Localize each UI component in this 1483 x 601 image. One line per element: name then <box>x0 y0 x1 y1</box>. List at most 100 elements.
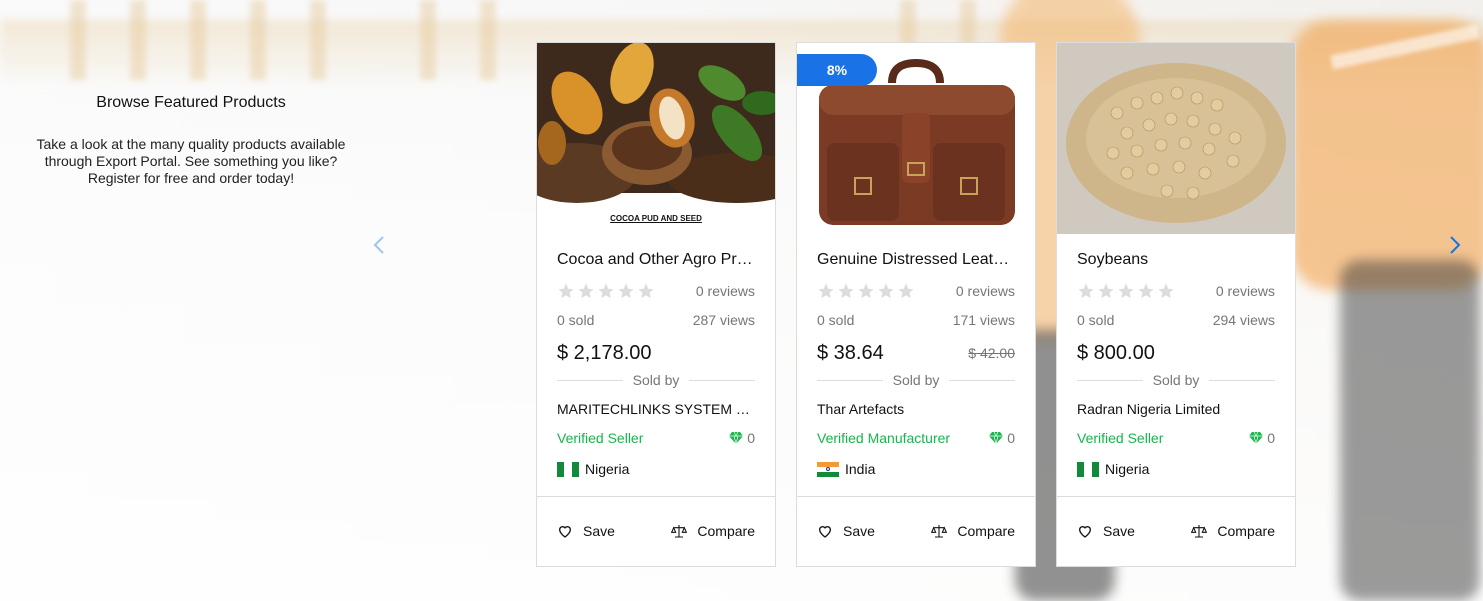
card-divider <box>537 496 775 497</box>
product-image[interactable]: COCOA PUD AND SEED <box>537 43 775 234</box>
card-actions: Save Compare <box>817 521 1015 541</box>
star-icon <box>598 283 614 299</box>
star-icon <box>578 283 594 299</box>
stats-row: 0 sold 294 views <box>1077 310 1275 330</box>
verification-status: Verified Seller <box>1077 430 1164 446</box>
product-title[interactable]: Genuine Distressed Leather Bag <box>817 250 1015 270</box>
star-icon <box>898 283 914 299</box>
section-description: Take a look at the many quality products… <box>36 136 346 186</box>
compare-button[interactable]: Compare <box>1191 523 1275 539</box>
sold-by-divider: Sold by <box>817 370 1016 390</box>
sold-count: 0 sold <box>1077 312 1115 328</box>
compare-label: Compare <box>1217 523 1275 539</box>
stats-row: 0 sold 287 views <box>557 310 755 330</box>
star-icon <box>838 283 854 299</box>
seller-name[interactable]: Radran Nigeria Limited <box>1077 399 1275 419</box>
diamond-icon <box>1249 432 1264 444</box>
price: $ 800.00 <box>1077 341 1155 364</box>
sold-count: 0 sold <box>557 312 595 328</box>
section-title: Browse Featured Products <box>96 94 286 111</box>
save-label: Save <box>1103 523 1135 539</box>
seller-name[interactable]: MARITECHLINKS SYSTEM VENTURES <box>557 399 755 419</box>
star-icon <box>858 283 874 299</box>
product-card[interactable]: COCOA PUD AND SEED Cocoa and Other Agro … <box>536 42 776 567</box>
discount-badge: 8% <box>797 54 877 86</box>
scale-icon <box>931 525 948 538</box>
star-icon <box>558 283 574 299</box>
product-title[interactable]: Soybeans <box>1077 250 1275 270</box>
sold-by-label: Sold by <box>892 372 940 388</box>
sold-by-divider: Sold by <box>1077 370 1276 390</box>
seller-name[interactable]: Thar Artefacts <box>817 399 1015 419</box>
compare-button[interactable]: Compare <box>931 523 1015 539</box>
gems-count: 0 <box>1249 430 1275 446</box>
scale-icon <box>671 525 688 538</box>
carousel-prev-button[interactable] <box>369 234 389 256</box>
rating-row: 0 reviews <box>557 281 755 301</box>
reviews-count[interactable]: 0 reviews <box>1216 283 1275 299</box>
country-name: India <box>845 461 876 477</box>
carousel-next-button[interactable] <box>1445 234 1465 256</box>
product-card[interactable]: Soybeans 0 reviews 0 sold 294 views $ 80… <box>1056 42 1296 567</box>
save-label: Save <box>843 523 875 539</box>
save-button[interactable]: Save <box>817 523 875 539</box>
product-image[interactable]: 8% <box>797 43 1035 234</box>
compare-button[interactable]: Compare <box>671 523 755 539</box>
gems-value: 0 <box>1267 430 1275 446</box>
scale-icon <box>1191 525 1208 538</box>
star-rating <box>817 282 915 300</box>
price-row: $ 38.64 $ 42.00 <box>817 339 1015 367</box>
gems-count: 0 <box>989 430 1015 446</box>
price: $ 2,178.00 <box>557 341 652 364</box>
verification-row: Verified Manufacturer 0 <box>817 428 1015 448</box>
price: $ 38.64 <box>817 341 884 364</box>
views-count: 294 views <box>1212 312 1275 328</box>
price-row: $ 2,178.00 <box>557 339 755 367</box>
save-label: Save <box>583 523 615 539</box>
verification-status: Verified Seller <box>557 430 644 446</box>
chevron-left-icon <box>373 236 384 254</box>
card-divider <box>1057 496 1295 497</box>
old-price: $ 42.00 <box>968 345 1015 361</box>
nigeria-flag-icon <box>557 461 579 477</box>
reviews-count[interactable]: 0 reviews <box>956 283 1015 299</box>
seller-country: Nigeria <box>1077 459 1275 479</box>
gems-value: 0 <box>1007 430 1015 446</box>
star-icon <box>1138 283 1154 299</box>
chevron-right-icon <box>1450 236 1461 254</box>
heart-icon <box>818 526 832 538</box>
star-icon <box>818 283 834 299</box>
sold-by-label: Sold by <box>632 372 680 388</box>
card-divider <box>797 496 1035 497</box>
price-row: $ 800.00 <box>1077 339 1275 367</box>
card-actions: Save Compare <box>1077 521 1275 541</box>
save-button[interactable]: Save <box>1077 523 1135 539</box>
star-icon <box>1118 283 1134 299</box>
sold-count: 0 sold <box>817 312 855 328</box>
compare-label: Compare <box>957 523 1015 539</box>
country-name: Nigeria <box>1105 461 1150 477</box>
views-count: 287 views <box>692 312 755 328</box>
star-icon <box>638 283 654 299</box>
compare-label: Compare <box>697 523 755 539</box>
verification-row: Verified Seller 0 <box>1077 428 1275 448</box>
star-icon <box>1098 283 1114 299</box>
india-flag-icon <box>817 461 839 477</box>
heart-icon <box>558 526 572 538</box>
reviews-count[interactable]: 0 reviews <box>696 283 755 299</box>
stats-row: 0 sold 171 views <box>817 310 1015 330</box>
star-icon <box>878 283 894 299</box>
star-icon <box>1078 283 1094 299</box>
image-caption: COCOA PUD AND SEED <box>610 214 702 223</box>
product-title[interactable]: Cocoa and Other Agro Products <box>557 250 755 270</box>
sold-by-divider: Sold by <box>557 370 756 390</box>
save-button[interactable]: Save <box>557 523 615 539</box>
nigeria-flag-icon <box>1077 461 1099 477</box>
product-image[interactable] <box>1057 43 1295 234</box>
gems-value: 0 <box>747 430 755 446</box>
rating-row: 0 reviews <box>817 281 1015 301</box>
star-rating <box>1077 282 1175 300</box>
sold-by-label: Sold by <box>1152 372 1200 388</box>
product-card[interactable]: 8% Genuine Distressed Leather Bag 0 revi… <box>796 42 1036 567</box>
heart-icon <box>1078 526 1092 538</box>
